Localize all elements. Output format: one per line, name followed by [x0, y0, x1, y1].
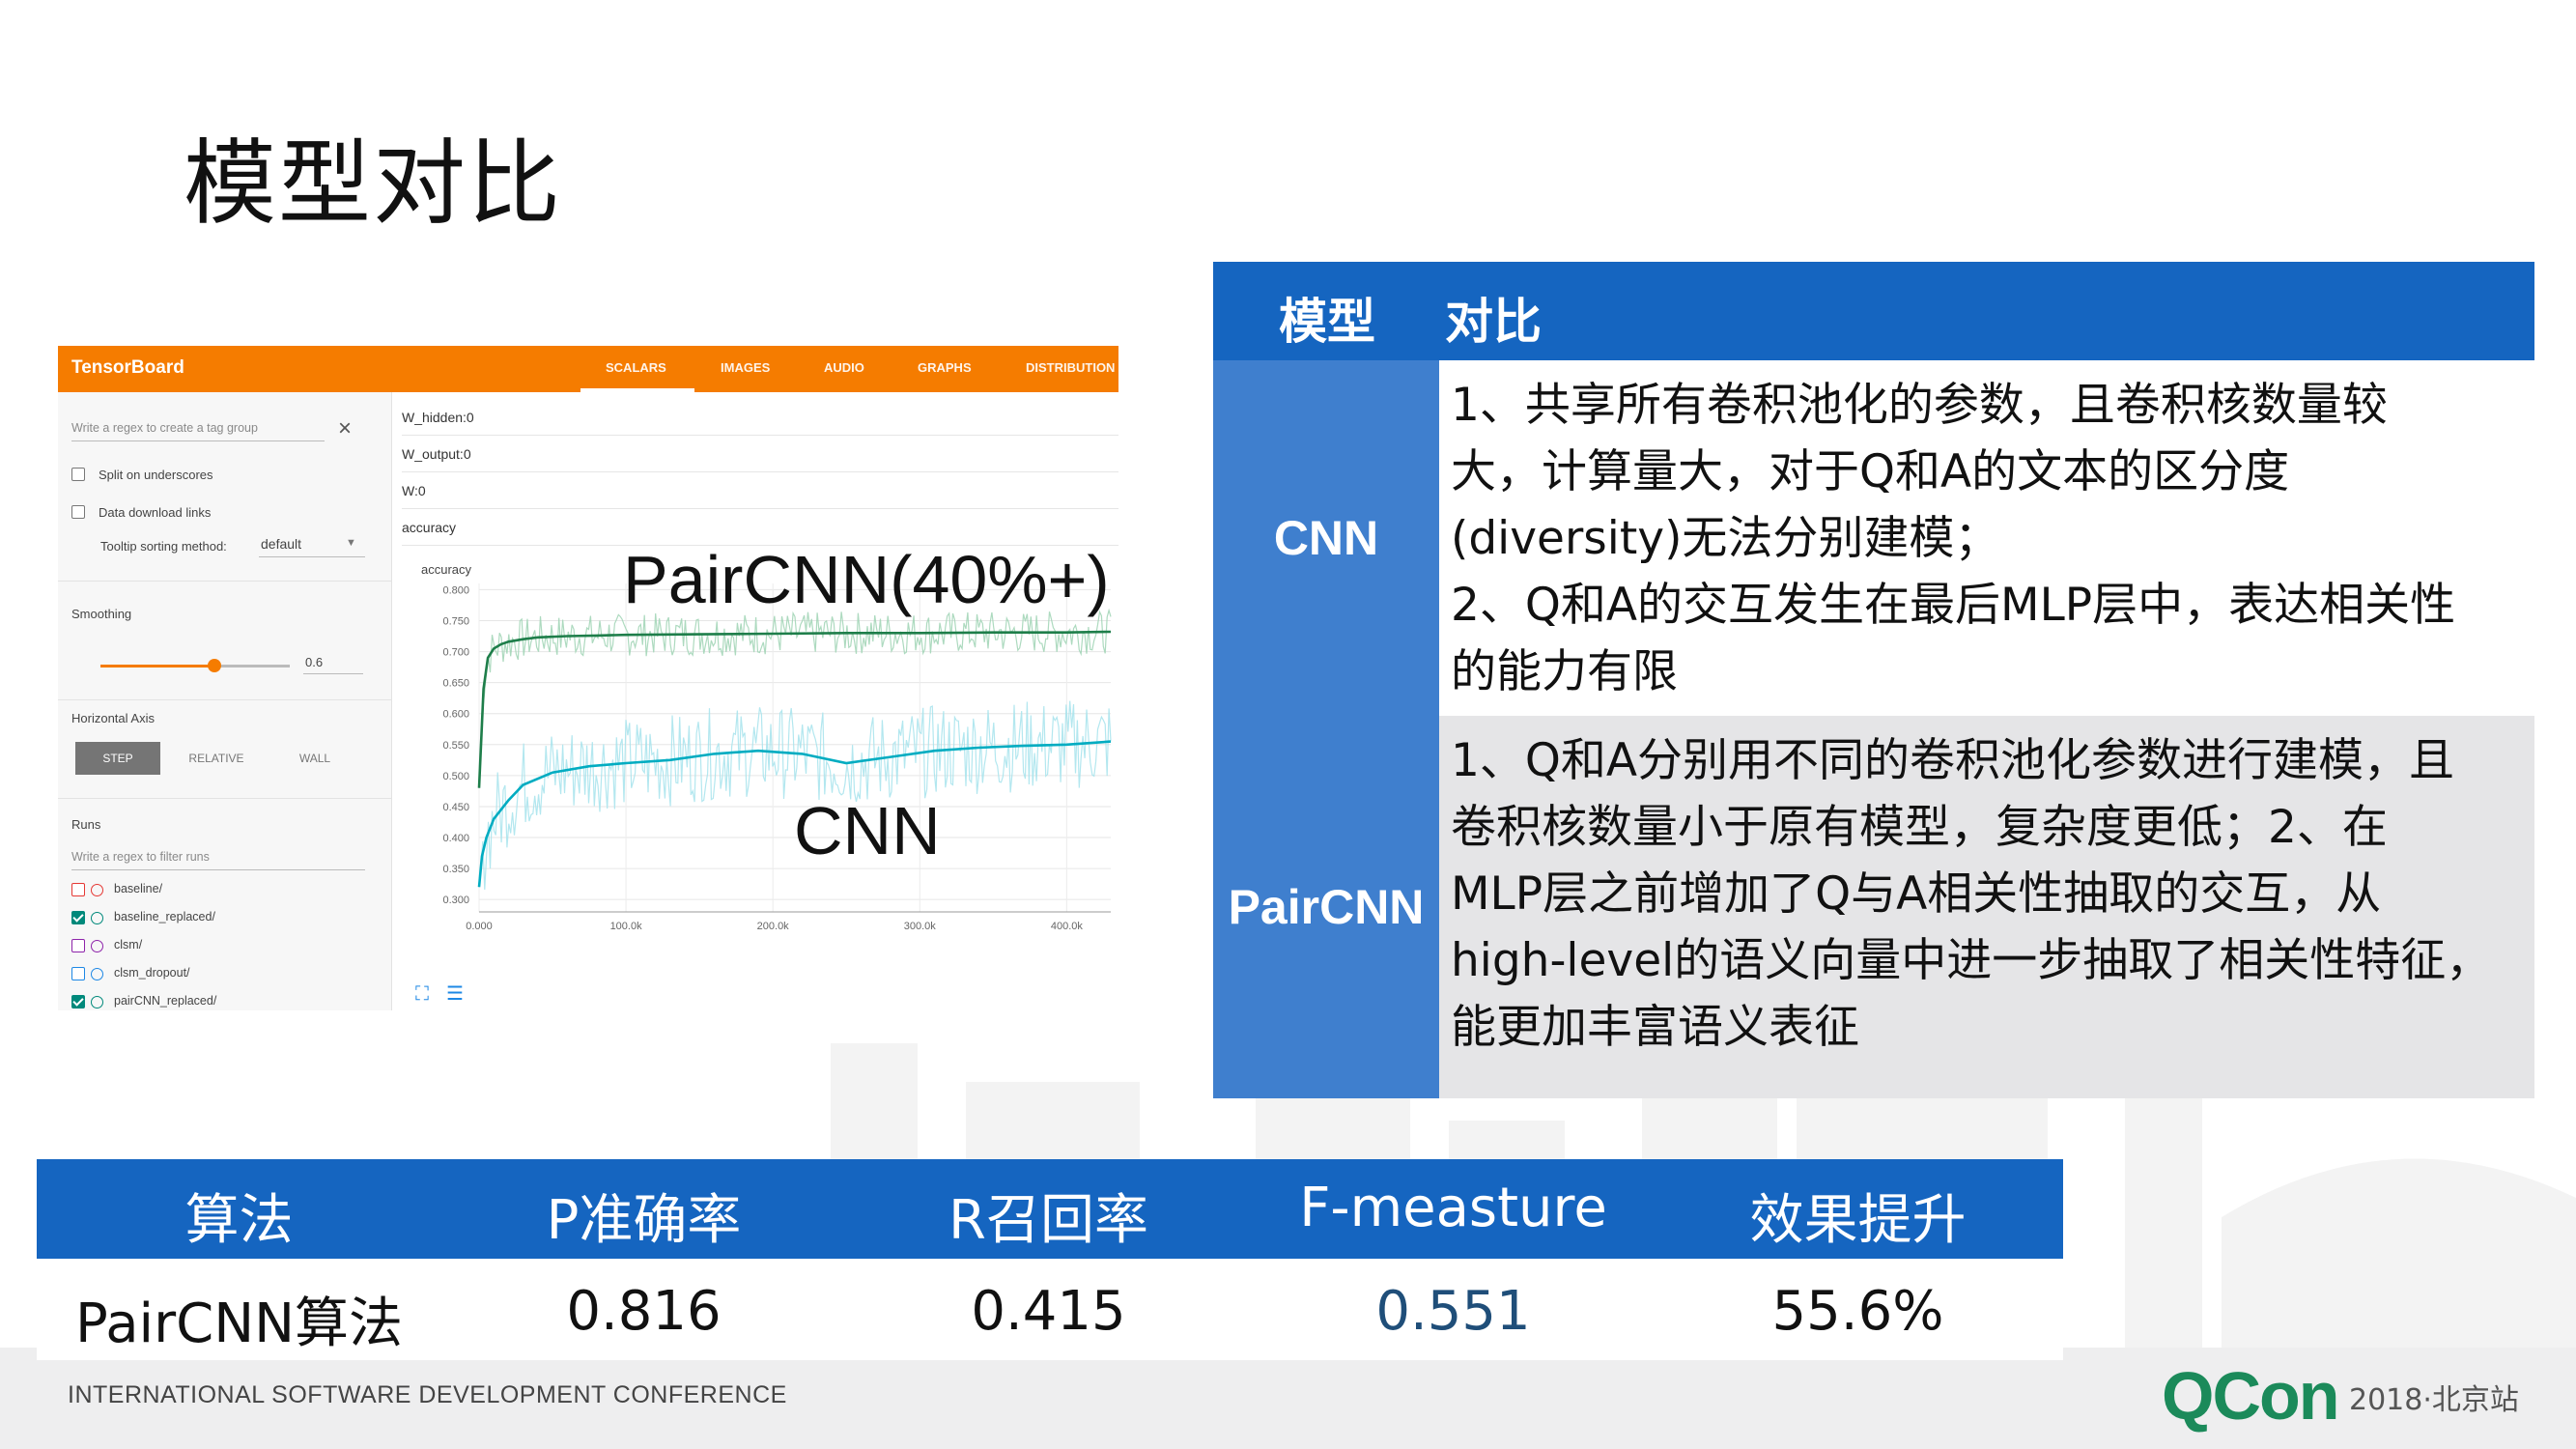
y-tick-label: 0.300	[442, 895, 469, 906]
y-tick-label: 0.550	[442, 740, 469, 752]
metric-header: R召回率	[948, 1189, 1148, 1252]
smoothing-slider[interactable]	[100, 659, 290, 672]
metric-header: 效果提升	[1749, 1189, 1967, 1252]
split-underscores-checkbox[interactable]	[71, 468, 85, 481]
toggle-log-icon[interactable]: ☰	[446, 981, 464, 1006]
fit-domain-icon[interactable]: ⛶	[415, 983, 429, 1006]
y-tick-label: 0.400	[442, 833, 469, 844]
tag-group-input[interactable]: Write a regex to create a tag group	[71, 421, 258, 435]
metric-header: P准确率	[546, 1189, 742, 1252]
qcon-logo-suffix: 2018·北京站	[2349, 1383, 2519, 1417]
y-tick-label: 0.750	[442, 615, 469, 627]
tooltip-sorting-label: Tooltip sorting method:	[100, 539, 227, 554]
comparison-header: 模型 对比	[1213, 262, 2534, 360]
axis-relative-button[interactable]: RELATIVE	[174, 742, 259, 775]
x-tick-label: 0.000	[466, 921, 493, 932]
header-compare: 对比	[1445, 294, 1542, 350]
metric-value: PairCNN算法	[74, 1293, 404, 1355]
y-tick-label: 0.650	[442, 678, 469, 690]
axis-wall-button[interactable]: WALL	[272, 742, 357, 775]
run-label: baseline_replaced/	[114, 910, 215, 923]
run-color-icon[interactable]	[91, 968, 103, 980]
runs-label: Runs	[71, 817, 101, 832]
download-links-checkbox[interactable]	[71, 505, 85, 519]
run-checkbox[interactable]	[71, 967, 85, 980]
slide-title: 模型对比	[184, 129, 562, 238]
paircnn-annotation: PairCNN(40%+)	[623, 542, 1110, 617]
accuracy-chart: 0.800 0.750 0.700 0.650 0.600 0.550 0.500 0.450…	[442, 583, 1112, 932]
tensorboard-sidebar: Write a regex to create a tag group × Sp…	[58, 392, 392, 1010]
divider	[58, 581, 391, 582]
y-tick-label: 0.500	[442, 771, 469, 782]
tag-group-underline	[71, 440, 325, 441]
tab-graphs[interactable]: GRAPHS	[918, 360, 972, 375]
axis-step-button[interactable]: STEP	[75, 742, 160, 775]
row-text-cnn: 1、共享所有卷积池化的参数，且卷积核数量较 大，计算量大，对于Q和A的文本的区分…	[1445, 360, 2534, 716]
tensorboard-main: W_hidden:0 W_output:0 W:0 accuracy accur…	[392, 392, 1118, 1010]
tab-images[interactable]: IMAGES	[721, 360, 770, 375]
divider	[58, 699, 391, 700]
horizontal-axis-label: Horizontal Axis	[71, 711, 155, 725]
tensorboard-header: TensorBoard SCALARS IMAGES AUDIO GRAPHS …	[58, 346, 1118, 392]
run-color-icon[interactable]	[91, 912, 103, 924]
tooltip-select-underline	[259, 556, 365, 557]
metric-value: 0.415	[971, 1280, 1126, 1343]
metrics-table: 算法 P准确率 R召回率 F-measture 效果提升 PairCNN算法 0…	[37, 1159, 2063, 1360]
x-tick-label: 400.0k	[1051, 921, 1084, 932]
tensorboard-screenshot: TensorBoard SCALARS IMAGES AUDIO GRAPHS …	[58, 346, 1118, 1010]
tab-distribution[interactable]: DISTRIBUTION	[1026, 360, 1115, 375]
run-checkbox[interactable]	[71, 883, 85, 896]
smoothing-value-underline	[303, 673, 363, 674]
divider	[58, 798, 391, 799]
metric-value: 55.6%	[1771, 1280, 1944, 1343]
runs-filter-input[interactable]: Write a regex to filter runs	[71, 850, 210, 864]
run-color-icon[interactable]	[91, 940, 103, 952]
tooltip-sorting-select[interactable]: default	[261, 536, 301, 552]
conference-footer: INTERNATIONAL SOFTWARE DEVELOPMENT CONFE…	[68, 1381, 787, 1408]
run-label: pairCNN_replaced/	[114, 994, 217, 1008]
y-tick-label: 0.450	[442, 802, 469, 813]
run-label: clsm_dropout/	[114, 966, 190, 980]
tag-row[interactable]: W:0	[402, 473, 1118, 509]
smoothing-label: Smoothing	[71, 607, 132, 621]
run-checkbox[interactable]	[71, 995, 85, 1009]
x-tick-label: 300.0k	[904, 921, 937, 932]
run-checkbox[interactable]	[71, 939, 85, 952]
split-underscores-label: Split on underscores	[99, 468, 213, 482]
row-model-cnn: CNN	[1213, 360, 1439, 716]
runs-filter-underline	[71, 869, 365, 870]
y-tick-label: 0.600	[442, 709, 469, 721]
run-label: clsm/	[114, 938, 143, 952]
metric-header: F-measture	[1299, 1177, 1607, 1239]
tag-row[interactable]: W_hidden:0	[402, 400, 1118, 436]
row-model-paircnn: PairCNN	[1213, 716, 1439, 1098]
close-icon[interactable]: ×	[338, 415, 352, 442]
run-color-icon[interactable]	[91, 884, 103, 896]
tab-scalars[interactable]: SCALARS	[606, 360, 666, 375]
x-tick-label: 100.0k	[610, 921, 643, 932]
run-checkbox[interactable]	[71, 911, 85, 924]
qcon-logo: QCon	[2162, 1358, 2340, 1434]
metric-header: 算法	[184, 1189, 294, 1252]
row-text-paircnn: 1、Q和A分别用不同的卷积池化参数进行建模，且 卷积核数量小于原有模型，复杂度更…	[1439, 716, 2534, 1098]
y-tick-label: 0.800	[442, 584, 469, 596]
metrics-header: 算法 P准确率 R召回率 F-measture 效果提升	[37, 1159, 2063, 1259]
tag-row[interactable]: W_output:0	[402, 437, 1118, 472]
y-tick-label: 0.700	[442, 647, 469, 659]
x-tick-label: 200.0k	[757, 921, 790, 932]
smoothing-slider-handle[interactable]	[207, 659, 221, 672]
tensorboard-brand: TensorBoard	[71, 357, 184, 378]
metric-value: 0.816	[566, 1280, 722, 1343]
metric-value: 0.551	[1375, 1280, 1531, 1343]
metrics-row: PairCNN算法 0.816 0.415 0.551 55.6%	[37, 1259, 2063, 1360]
run-color-icon[interactable]	[91, 996, 103, 1009]
tab-audio[interactable]: AUDIO	[824, 360, 864, 375]
header-model: 模型	[1279, 294, 1375, 350]
run-label: baseline/	[114, 882, 163, 895]
chevron-down-icon[interactable]: ▼	[346, 537, 356, 549]
download-links-label: Data download links	[99, 505, 212, 520]
cnn-annotation: CNN	[794, 793, 941, 868]
smoothing-value[interactable]: 0.6	[305, 655, 323, 669]
y-tick-label: 0.350	[442, 864, 469, 875]
